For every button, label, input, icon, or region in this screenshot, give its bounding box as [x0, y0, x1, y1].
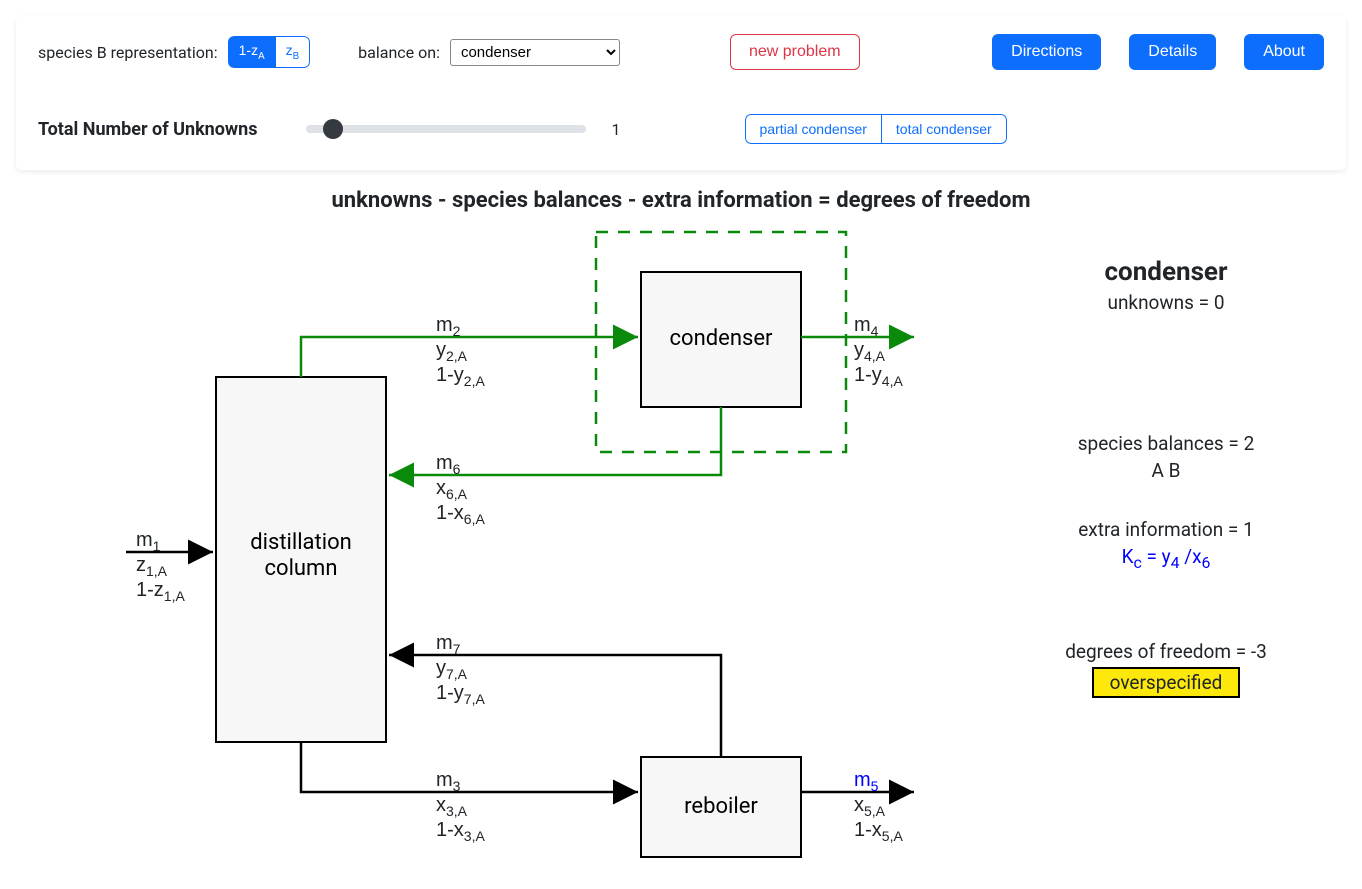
new-problem-button[interactable]: new problem	[730, 34, 860, 70]
stream-2-label: m2 y2,A 1-y2,A	[436, 314, 485, 389]
dof-result: degrees of freedom = -3	[1016, 640, 1316, 663]
stream-1-label: m1 z1,A 1-z1,A	[136, 529, 185, 604]
species-b-toggle[interactable]: 1-zA zB	[228, 36, 311, 68]
unknowns-label: Total Number of Unknowns	[38, 119, 258, 140]
species-b-label: species B representation:	[38, 43, 218, 62]
dof-extra-eq: Kc = y4 /x6	[1016, 545, 1316, 572]
balance-on-label: balance on:	[358, 43, 440, 62]
stream-4-label: m4 y4,A 1-y4,A	[854, 314, 903, 389]
species-b-opt-zb[interactable]: zB	[275, 36, 311, 68]
diagram-area: distillationcolumn condenser reboiler m1…	[16, 217, 1346, 877]
total-condenser-button[interactable]: total condenser	[881, 114, 1007, 144]
unknowns-value: 1	[612, 120, 621, 139]
equation-header: unknowns - species balances - extra info…	[16, 188, 1346, 213]
dof-species-list: A B	[1016, 459, 1316, 482]
partial-condenser-button[interactable]: partial condenser	[745, 114, 881, 144]
about-button[interactable]: About	[1244, 34, 1324, 70]
species-b-opt-1minusz[interactable]: 1-zA	[228, 36, 275, 68]
unknowns-slider[interactable]	[306, 125, 586, 133]
stream-6-label: m6 x6,A 1-x6,A	[436, 452, 485, 527]
stream-3-label: m3 x3,A 1-x3,A	[436, 769, 485, 844]
directions-button[interactable]: Directions	[992, 34, 1101, 70]
reboiler-label: reboiler	[684, 794, 758, 819]
control-panel: species B representation: 1-zA zB balanc…	[16, 16, 1346, 170]
distillation-column-label: distillationcolumn	[250, 530, 352, 581]
dof-unknowns: unknowns = 0	[1016, 291, 1316, 314]
dof-panel: condenser unknowns = 0 species balances …	[1016, 257, 1316, 702]
dof-title: condenser	[1016, 257, 1316, 287]
stream-5-label: m5 x5,A 1-x5,A	[854, 769, 903, 844]
balance-on-select[interactable]: condenser	[450, 39, 620, 66]
overspecified-badge: overspecified	[1092, 667, 1241, 698]
dof-extra-info: extra information = 1	[1016, 518, 1316, 541]
condenser-type-toggle[interactable]: partial condenser total condenser	[745, 114, 1007, 144]
dof-species-balances: species balances = 2	[1016, 432, 1316, 455]
stream-7-label: m7 y7,A 1-y7,A	[436, 632, 485, 707]
details-button[interactable]: Details	[1129, 34, 1216, 70]
condenser-label: condenser	[670, 326, 773, 351]
